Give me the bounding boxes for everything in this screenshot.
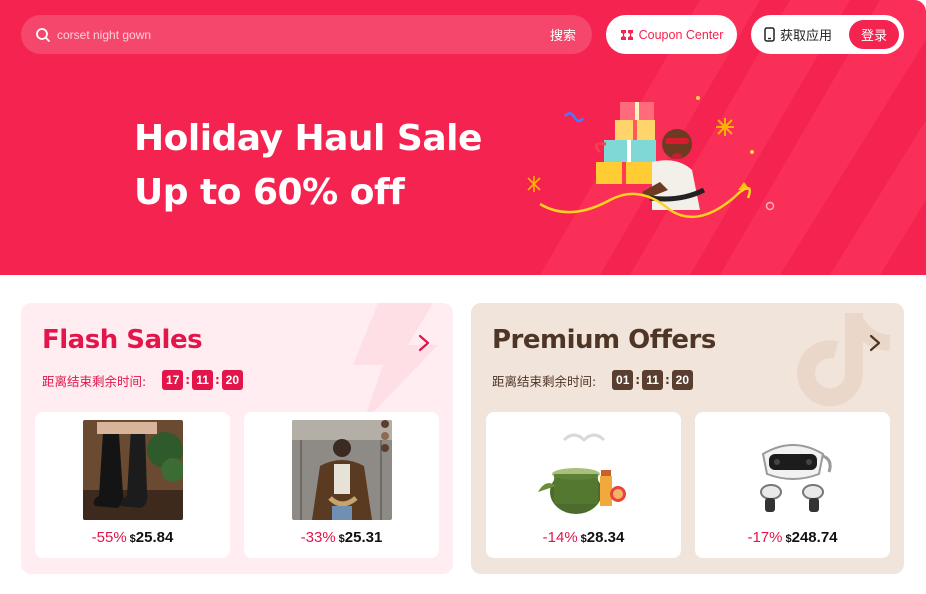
search-icon: [36, 27, 50, 42]
get-app-button[interactable]: 获取应用: [764, 25, 832, 44]
login-button[interactable]: 登录: [849, 20, 899, 49]
product-card[interactable]: -33% $25.31: [244, 412, 439, 558]
flash-countdown: 距离结束剩余时间: 17 : 11 : 20: [42, 370, 243, 390]
product-card[interactable]: -55% $25.84: [35, 412, 230, 558]
banner-line-2: Up to 60% off: [134, 172, 405, 213]
premium-offers-title: Premium Offers: [492, 325, 716, 355]
countdown-seconds: 20: [671, 370, 693, 390]
countdown-seconds: 20: [221, 370, 243, 390]
discount-badge: -14%: [542, 529, 578, 546]
chevron-right-icon[interactable]: [417, 333, 431, 353]
search-bar[interactable]: 搜索: [21, 15, 592, 54]
product-card[interactable]: -17% $248.74: [695, 412, 890, 558]
lightning-bolt-icon: [353, 303, 438, 423]
get-app-label: 获取应用: [780, 29, 833, 44]
countdown-label: 距离结束剩余时间:: [492, 373, 597, 389]
product-price-line: -55% $25.84: [91, 529, 174, 546]
discount-badge: -17%: [747, 529, 783, 546]
countdown-hours: 01: [612, 370, 634, 390]
coupon-center-button[interactable]: Coupon Center: [606, 15, 737, 54]
product-image-boots: [82, 420, 183, 520]
coupon-icon: [620, 29, 633, 40]
product-price-line: -14% $28.34: [542, 529, 625, 546]
phone-icon: [764, 27, 775, 42]
product-price: 248.74: [791, 529, 838, 546]
hero-banner[interactable]: 搜索 Coupon Center 获取应用 登录 Holiday Haul Sa…: [0, 0, 926, 275]
product-image-candle: [533, 420, 634, 520]
product-image-jacket: [291, 420, 392, 520]
countdown-minutes: 11: [192, 370, 214, 390]
banner-headline: Holiday Haul Sale Up to 60% off: [134, 112, 482, 220]
countdown-label: 距离结束剩余时间:: [42, 373, 147, 389]
coupon-center-label: Coupon Center: [638, 27, 724, 42]
product-price: 25.84: [135, 529, 174, 546]
image-thumbnail-dots: [381, 420, 389, 452]
search-input[interactable]: [57, 27, 550, 42]
discount-badge: -33%: [300, 529, 336, 546]
product-price: 25.31: [344, 529, 383, 546]
product-price: 28.34: [586, 529, 625, 546]
chevron-right-icon[interactable]: [868, 333, 882, 353]
search-button[interactable]: 搜索: [550, 25, 576, 44]
product-card[interactable]: -14% $28.34: [486, 412, 681, 558]
product-price-line: -17% $248.74: [747, 529, 838, 546]
flash-sales-card[interactable]: Flash Sales 距离结束剩余时间: 17 : 11 : 20 -55% $…: [21, 303, 453, 574]
flash-sales-title: Flash Sales: [42, 325, 203, 355]
premium-offers-card[interactable]: Premium Offers 距离结束剩余时间: 01 : 11 : 20 -1…: [471, 303, 904, 574]
brand-note-icon: [797, 313, 892, 407]
shopper-with-gifts-illustration: [527, 96, 775, 219]
product-price-line: -33% $25.31: [300, 529, 383, 546]
discount-badge: -55%: [91, 529, 127, 546]
countdown-minutes: 11: [642, 370, 664, 390]
countdown-hours: 17: [162, 370, 184, 390]
banner-line-1: Holiday Haul Sale: [134, 118, 482, 159]
app-login-group: 获取应用 登录: [751, 15, 904, 54]
product-image-vr-headset: [742, 420, 843, 520]
premium-countdown: 距离结束剩余时间: 01 : 11 : 20: [492, 370, 693, 390]
